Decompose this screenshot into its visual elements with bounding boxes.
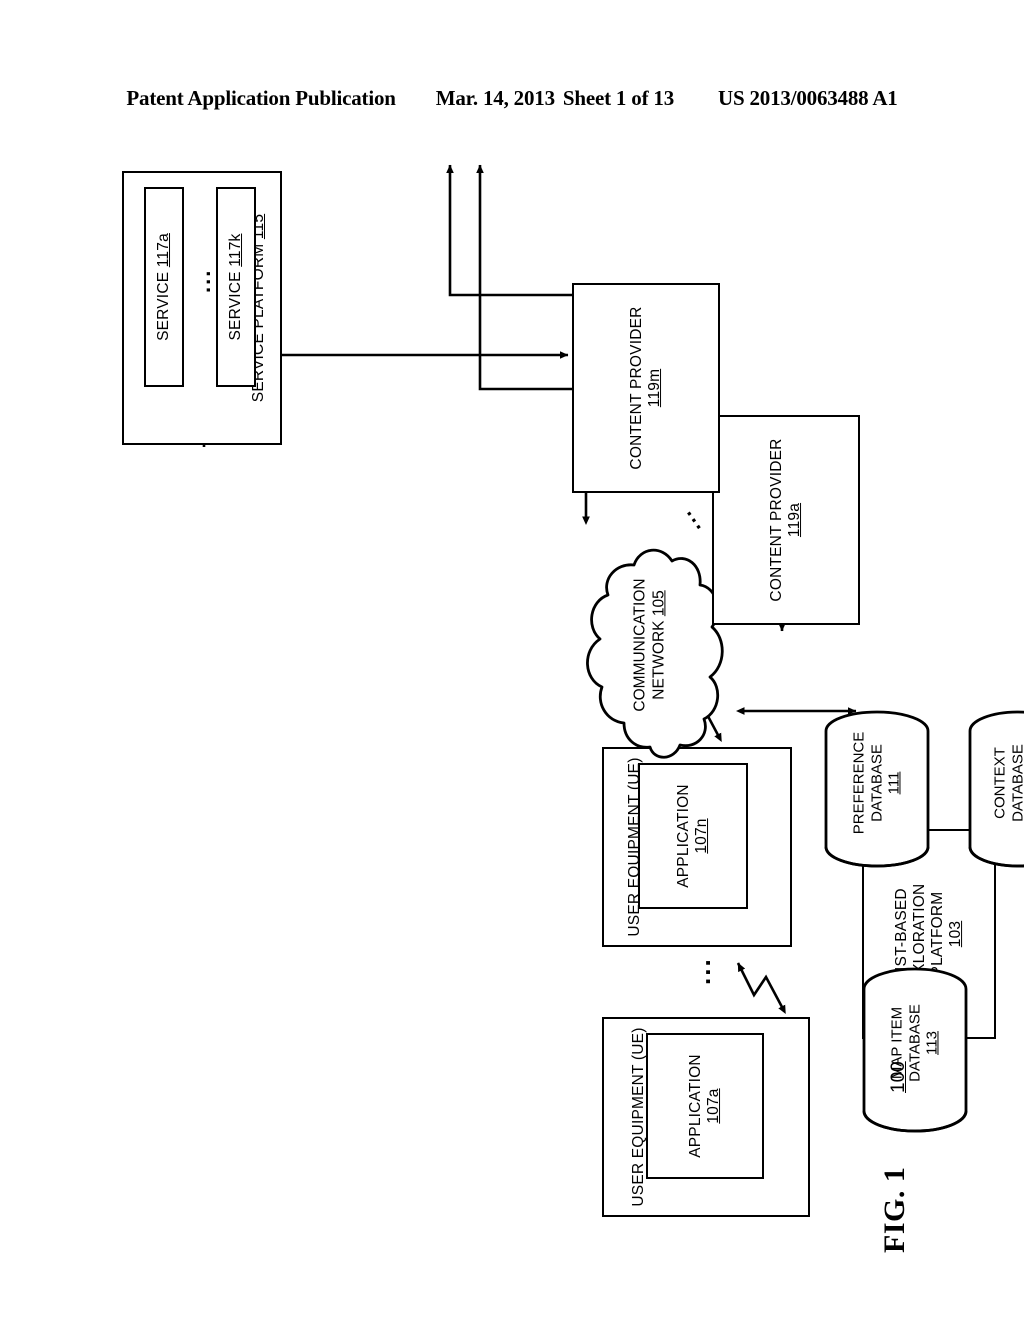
- app-a-number: 107a: [705, 1088, 722, 1124]
- pref-db-line2: DATABASE: [868, 744, 886, 822]
- cp-m-title: CONTENT PROVIDER: [628, 306, 646, 470]
- user-equipment-101a[interactable]: USER EQUIPMENT (UE) 101a APPLICATION 107…: [602, 1017, 810, 1217]
- context-database-109[interactable]: CONTEXT DATABASE 109: [966, 709, 1024, 869]
- service-117a[interactable]: SERVICE 117a: [144, 187, 184, 387]
- platform-line3: PLATFORM: [929, 891, 946, 977]
- service-117k[interactable]: SERVICE 117k: [216, 187, 256, 387]
- pref-db-line1: PREFERENCE: [850, 731, 868, 835]
- content-provider-119a[interactable]: CONTENT PROVIDER 119a: [712, 415, 860, 625]
- ctx-db-line2: DATABASE: [1009, 744, 1024, 822]
- cp-a-number: 119a: [786, 502, 803, 538]
- network-title-line1: COMMUNICATION: [631, 578, 649, 712]
- ue-a-title: USER EQUIPMENT (UE): [630, 1027, 647, 1207]
- app-n-number: 107n: [693, 818, 710, 854]
- service-k-number: 117k: [227, 233, 245, 267]
- platform-number: 103: [946, 920, 964, 948]
- link-cp-m-to-service-platform-top-2: [446, 164, 572, 297]
- preference-database-111[interactable]: PREFERENCE DATABASE 111: [822, 709, 932, 869]
- ue-ellipsis: ...: [686, 957, 716, 985]
- service-a-number: 117a: [155, 233, 173, 268]
- service-ellipsis: ...: [190, 268, 215, 293]
- service-k-title: SERVICE: [227, 271, 245, 341]
- figure-diagram: USER EQUIPMENT (UE) 101a APPLICATION 107…: [82, 85, 1024, 1253]
- figure-label: FIG. 1: [878, 1166, 911, 1253]
- network-title-line2: NETWORK: [650, 620, 667, 700]
- service-platform-115[interactable]: SERVICE PLATFORM 115 SERVICE 117a SERVIC…: [122, 171, 282, 445]
- map-item-database-113[interactable]: MAP ITEM DATABASE 113: [860, 965, 970, 1135]
- figure-canvas-wrapper: USER EQUIPMENT (UE) 101a APPLICATION 107…: [0, 0, 1024, 1320]
- content-provider-119m[interactable]: CONTENT PROVIDER 119m: [572, 283, 720, 493]
- service-a-title: SERVICE: [155, 271, 173, 341]
- map-db-number: 113: [923, 1031, 941, 1055]
- ctx-db-line1: CONTEXT: [991, 747, 1009, 819]
- cp-m-number: 119m: [646, 368, 663, 408]
- system-numeral: 100: [888, 1061, 909, 1093]
- network-number: 105: [650, 590, 667, 617]
- cp-a-title: CONTENT PROVIDER: [768, 438, 786, 602]
- app-n-title: APPLICATION: [675, 784, 693, 888]
- application-107n[interactable]: APPLICATION 107n: [638, 763, 748, 909]
- application-107a[interactable]: APPLICATION 107a: [646, 1033, 764, 1179]
- app-a-title: APPLICATION: [687, 1054, 705, 1158]
- pref-db-number: 111: [885, 771, 903, 795]
- user-equipment-101n[interactable]: USER EQUIPMENT (UE) 101n APPLICATION 107…: [602, 747, 792, 947]
- wireless-link-ue-a: [736, 962, 786, 1015]
